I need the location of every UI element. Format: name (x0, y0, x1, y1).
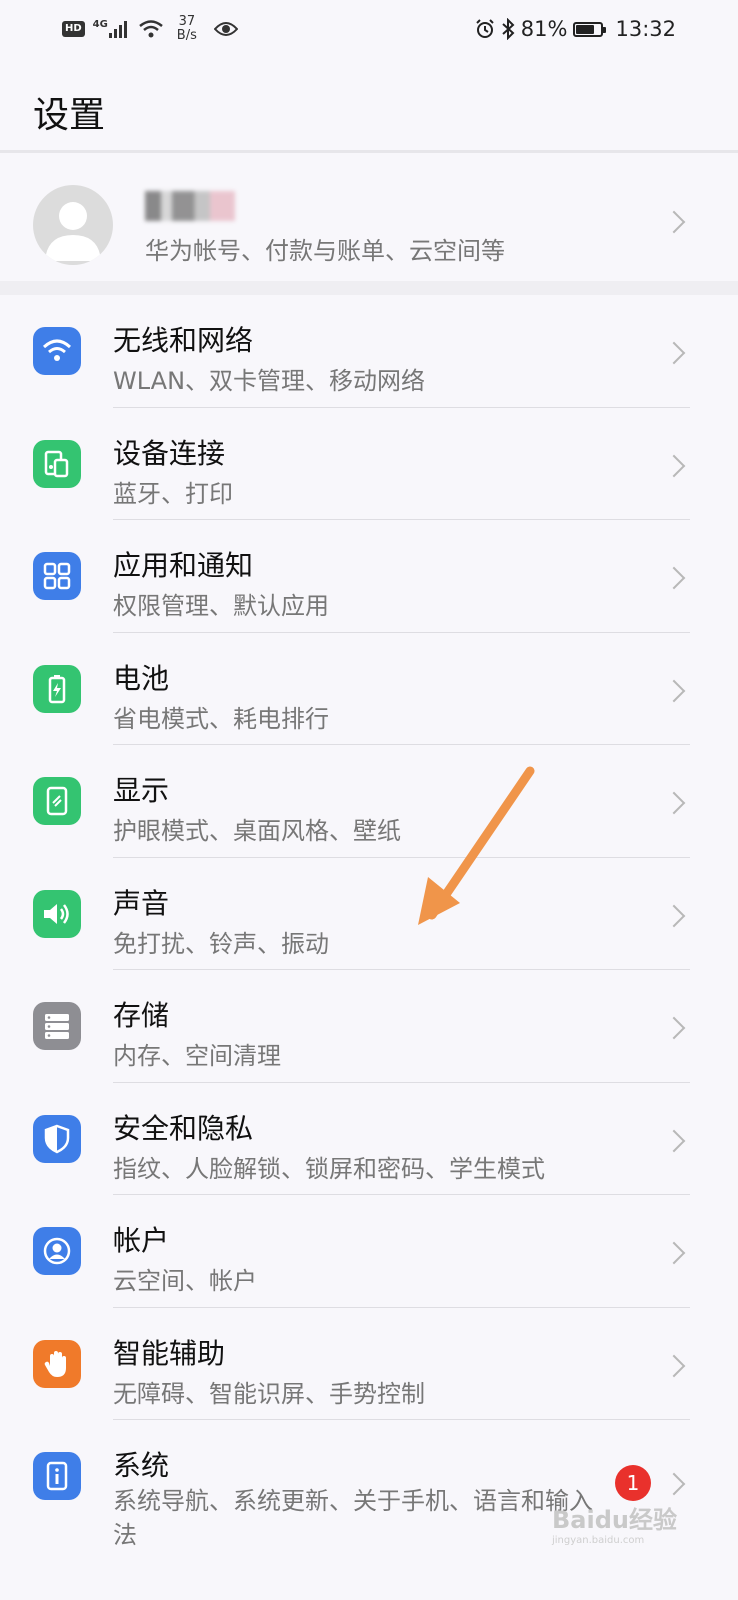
settings-item-title: 设备连接 (113, 436, 226, 470)
chevron-right-icon (662, 1016, 686, 1040)
account-name-redacted (145, 191, 235, 228)
chevron-right-icon (662, 1241, 686, 1265)
settings-item-accounts[interactable]: 帐户 云空间、帐户 (0, 1195, 738, 1308)
settings-item-title: 安全和隐私 (113, 1111, 254, 1145)
apps-grid-icon (33, 552, 81, 600)
notification-badge: 1 (615, 1465, 651, 1501)
watermark-sub: jingyan.baidu.com (552, 1535, 645, 1546)
watermark: Baidu经验 jingyan.baidu.com (552, 1500, 677, 1546)
settings-item-subtitle: WLAN、双卡管理、移动网络 (113, 367, 426, 395)
chevron-right-icon (662, 341, 686, 365)
settings-item-display[interactable]: 显示 护眼模式、桌面风格、壁纸 (0, 745, 738, 858)
settings-item-title: 应用和通知 (113, 549, 254, 582)
phone-info-icon (33, 1452, 81, 1500)
settings-item-subtitle: 无障碍、智能识屏、手势控制 (113, 1379, 425, 1408)
settings-item-title: 存储 (113, 999, 170, 1032)
device-connection-icon (33, 439, 81, 488)
settings-item-subtitle: 内存、空间清理 (113, 1042, 281, 1070)
battery-icon (573, 21, 607, 37)
section-gap (0, 281, 738, 295)
chevron-right-icon (662, 1354, 686, 1377)
chevron-right-icon (662, 566, 686, 590)
settings-item-title: 系统 (113, 1449, 170, 1482)
settings-item-wireless-network[interactable]: 无线和网络 WLAN、双卡管理、移动网络 (0, 295, 738, 408)
settings-item-title: 无线和网络 (113, 324, 254, 357)
speaker-icon (33, 889, 81, 938)
settings-item-subtitle: 蓝牙、打印 (113, 479, 233, 508)
settings-item-subtitle: 权限管理、默认应用 (113, 592, 329, 620)
avatar (33, 185, 113, 265)
page-title: 设置 (33, 95, 106, 136)
chevron-right-icon (662, 904, 686, 927)
settings-item-subtitle: 指纹、人脸解锁、锁屏和密码、学生模式 (113, 1154, 545, 1183)
storage-icon (33, 1002, 81, 1050)
alarm-icon (476, 19, 494, 38)
signal-icon (108, 21, 127, 38)
annotation-arrow (418, 766, 535, 925)
display-icon (33, 777, 81, 825)
bluetooth-icon (502, 18, 515, 40)
settings-item-subtitle: 省电模式、耗电排行 (113, 704, 329, 733)
settings-item-battery[interactable]: 电池 省电模式、耗电排行 (0, 633, 738, 745)
battery-percent: 81% (520, 17, 568, 41)
settings-item-title: 声音 (113, 886, 170, 920)
chevron-right-icon (662, 791, 686, 815)
user-silhouette-icon (45, 202, 101, 261)
page-header: 设置 (0, 58, 738, 150)
settings-item-storage[interactable]: 存储 内存、空间清理 (0, 970, 738, 1083)
wifi-icon (33, 327, 81, 375)
chevron-right-icon (662, 679, 686, 702)
settings-item-title: 帐户 (113, 1224, 170, 1257)
account-icon (33, 1227, 81, 1275)
shield-icon (33, 1114, 81, 1163)
settings-item-subtitle: 系统导航、系统更新、关于手机、语言和输入法 (113, 1487, 593, 1549)
settings-list: 无线和网络 WLAN、双卡管理、移动网络 设备连接 蓝牙、打印 应用和通知 权限… (0, 295, 738, 1580)
battery-icon (33, 664, 81, 713)
chevron-right-icon (662, 454, 686, 477)
chevron-right-icon (662, 1472, 686, 1496)
hd-badge: HD (62, 21, 85, 37)
settings-item-subtitle: 免打扰、铃声、振动 (113, 929, 329, 958)
chevron-right-icon (662, 1129, 686, 1152)
eye-icon (213, 22, 238, 36)
settings-item-title: 智能辅助 (113, 1336, 226, 1370)
settings-item-sound[interactable]: 声音 免打扰、铃声、振动 (0, 858, 738, 970)
settings-item-device-connection[interactable]: 设备连接 蓝牙、打印 (0, 408, 738, 520)
wifi-status-icon (139, 20, 163, 38)
watermark-text: Baidu经验 (552, 1506, 677, 1534)
settings-item-subtitle: 云空间、帐户 (113, 1267, 257, 1295)
settings-item-security-privacy[interactable]: 安全和隐私 指纹、人脸解锁、锁屏和密码、学生模式 (0, 1083, 738, 1195)
network-type: 4G (92, 18, 108, 30)
account-card[interactable]: 华为帐号、付款与账单、云空间等 (0, 153, 738, 281)
settings-item-apps-notifications[interactable]: 应用和通知 权限管理、默认应用 (0, 520, 738, 633)
account-subtitle: 华为帐号、付款与账单、云空间等 (145, 237, 505, 265)
settings-item-smart-assistance[interactable]: 智能辅助 无障碍、智能识屏、手势控制 (0, 1308, 738, 1420)
clock-time: 13:32 (615, 17, 676, 41)
settings-item-title: 显示 (113, 774, 170, 807)
status-bar: HD 4G 37 B/s 81% 13:32 (0, 0, 738, 58)
settings-item-subtitle: 护眼模式、桌面风格、壁纸 (113, 817, 401, 845)
chevron-right-icon (662, 210, 686, 234)
settings-item-title: 电池 (113, 661, 170, 695)
hand-icon (33, 1339, 81, 1388)
network-speed: 37 B/s (176, 14, 197, 43)
